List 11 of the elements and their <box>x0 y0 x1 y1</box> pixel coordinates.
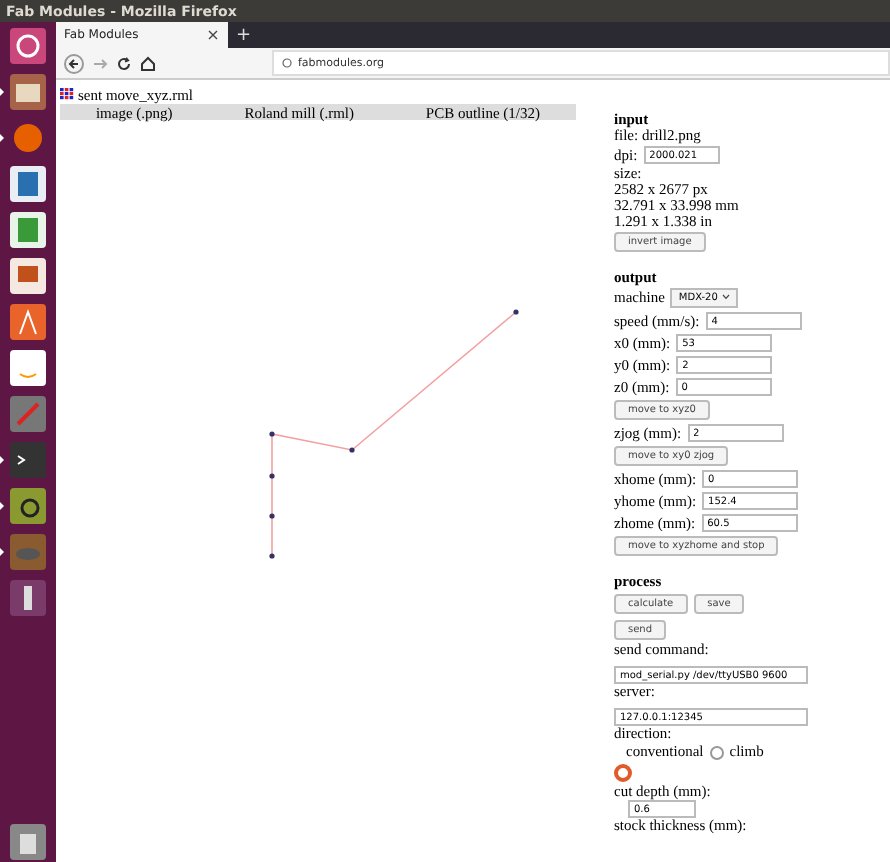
home-icon[interactable] <box>140 55 156 71</box>
back-icon[interactable] <box>64 53 84 73</box>
radio-button[interactable] <box>614 764 632 782</box>
terminal-icon[interactable] <box>8 440 48 480</box>
close-icon[interactable] <box>208 30 218 40</box>
grid-icon <box>60 88 74 100</box>
reload-icon[interactable] <box>116 55 132 71</box>
info-icon <box>282 58 292 68</box>
radio-button[interactable] <box>709 745 724 759</box>
caret-icon <box>721 294 730 300</box>
new-tab-button[interactable]: + <box>228 22 260 48</box>
